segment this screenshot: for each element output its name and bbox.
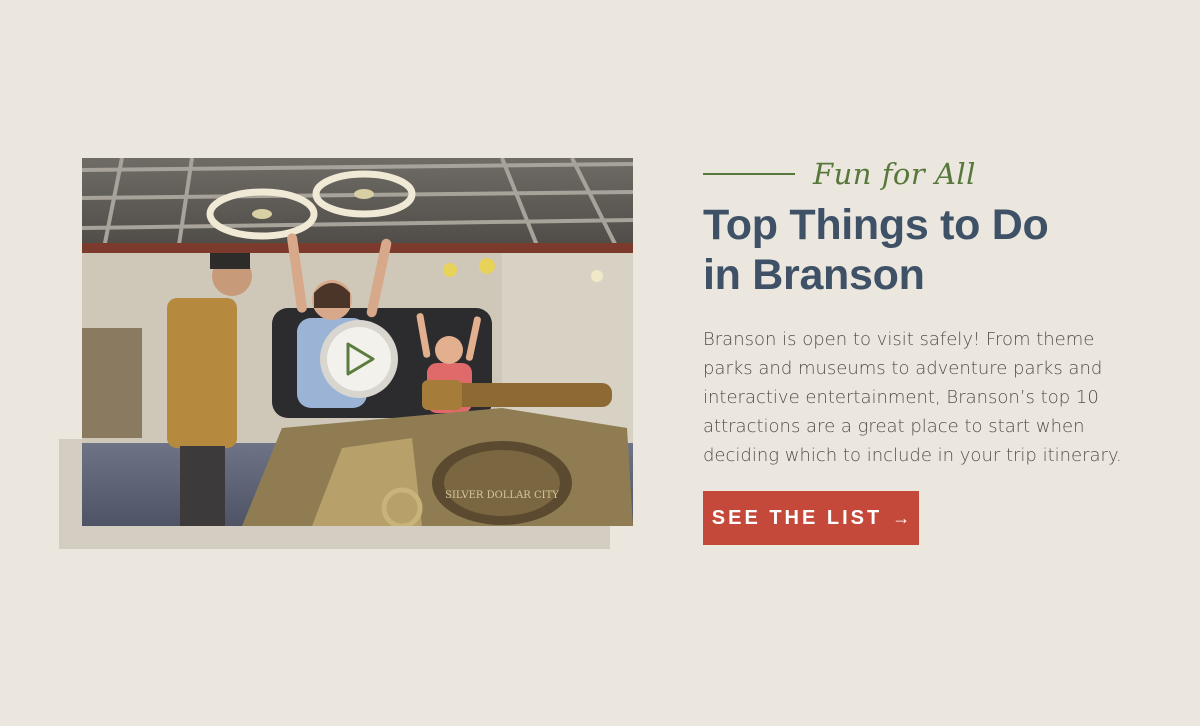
- description-text: Branson is open to visit safely! From th…: [703, 329, 1122, 466]
- eyebrow-rule: [703, 173, 795, 175]
- video-thumbnail[interactable]: SILVER DOLLAR CITY: [82, 158, 633, 526]
- vehicle-sign-text: SILVER DOLLAR CITY: [445, 490, 559, 501]
- cta-label: SEE THE LIST: [711, 506, 883, 529]
- eyebrow-text: Fun for All: [813, 157, 976, 191]
- page-title: Top Things to Do in Branson: [703, 200, 1143, 300]
- title-line-2: in Branson: [703, 251, 925, 299]
- play-icon: [346, 342, 375, 376]
- arrow-right-icon: →: [892, 507, 911, 528]
- hero-content: Fun for All Top Things to Do in Branson …: [703, 150, 1143, 545]
- play-button[interactable]: [320, 320, 398, 398]
- title-line-1: Top Things to Do: [703, 201, 1049, 249]
- see-the-list-button[interactable]: SEE THE LIST →: [703, 491, 919, 545]
- eyebrow: Fun for All: [703, 150, 1143, 198]
